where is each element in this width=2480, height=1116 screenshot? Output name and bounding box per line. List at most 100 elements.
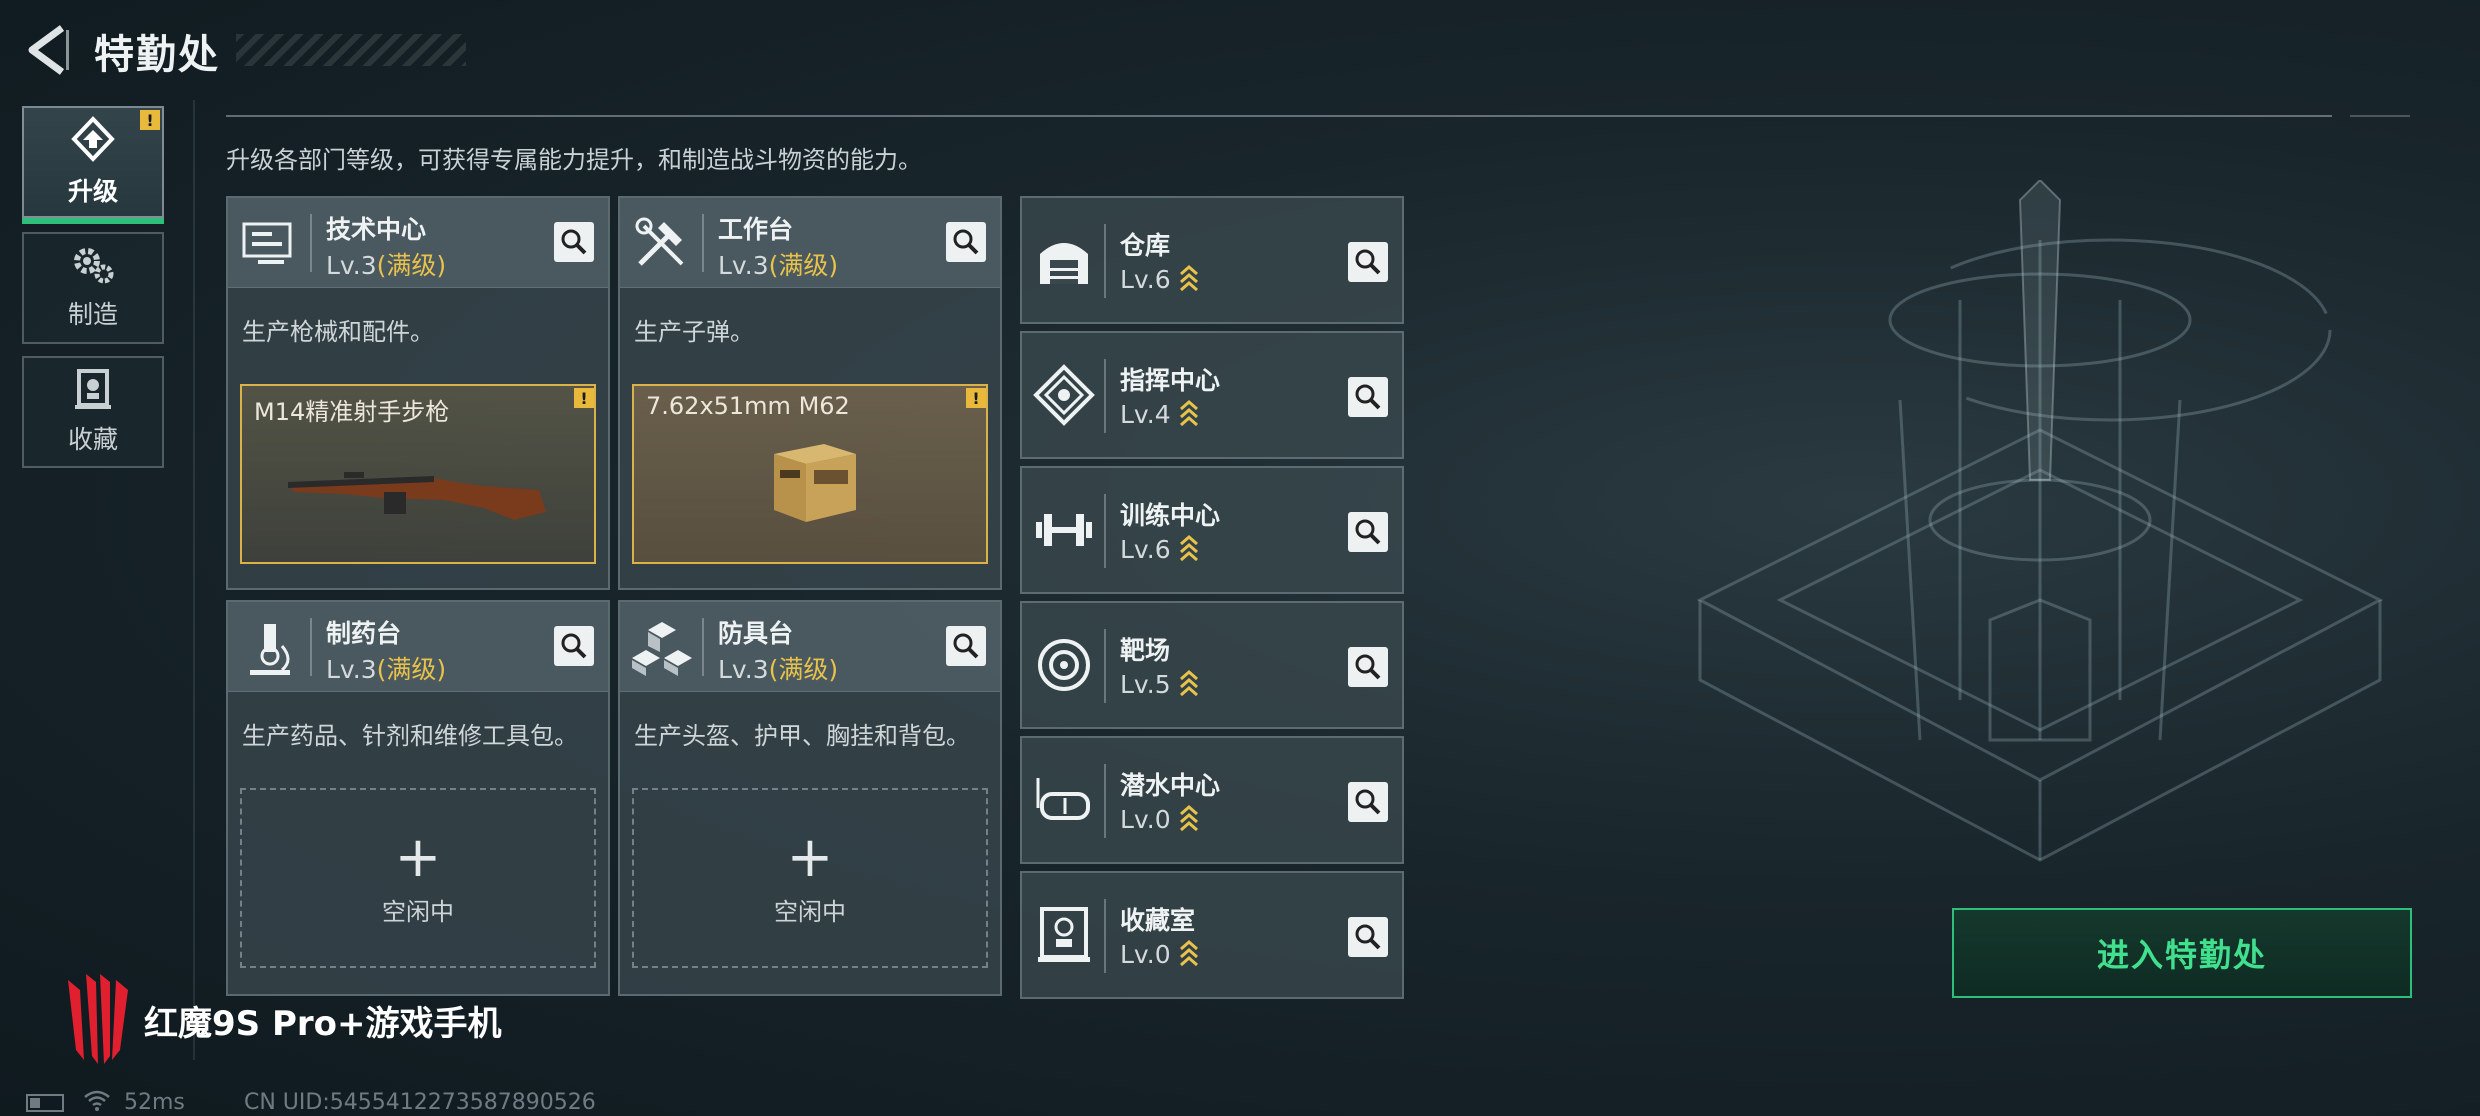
header-separator — [1104, 629, 1106, 703]
dept-card-collection-room[interactable]: 收藏室 Lv.0 — [1020, 871, 1404, 999]
dept-card-workbench[interactable]: 工作台 Lv.3(满级) 生产子弹。 7.62x51mm M62 ! — [618, 196, 1002, 590]
dept-description: 生产头盔、护甲、胸挂和背包。 — [634, 722, 970, 750]
tab-label: 制造 — [67, 300, 118, 329]
dept-card-tech-center[interactable]: 技术中心 Lv.3(满级) 生产枪械和配件。 M14精准射手步枪 ! — [226, 196, 610, 590]
dept-card-diving-center[interactable]: 潜水中心 Lv.0 — [1020, 736, 1404, 864]
tab-collection[interactable]: 收藏 — [22, 356, 164, 468]
search-icon — [953, 633, 979, 659]
search-button[interactable] — [554, 626, 594, 666]
dept-card-shooting-range[interactable]: 靶场 Lv.5 — [1020, 601, 1404, 729]
upgrade-chevron-icon — [1179, 670, 1198, 697]
title-hatch-decoration — [236, 34, 466, 66]
upgrade-icon — [71, 116, 115, 162]
dept-level: Lv.3(满级) — [326, 251, 447, 280]
header-divider-short — [2350, 115, 2410, 117]
armor-blocks-icon — [632, 622, 692, 676]
search-button[interactable] — [1348, 917, 1388, 957]
dept-level: Lv.3(满级) — [718, 251, 839, 280]
search-icon — [1355, 924, 1381, 950]
product-name: M14精准射手步枪 — [254, 398, 450, 426]
dept-level: Lv.0 — [1120, 804, 1199, 834]
ammo-box-image — [774, 444, 856, 522]
dept-name: 仓库 — [1120, 231, 1171, 260]
search-icon — [561, 633, 587, 659]
tools-icon — [635, 217, 684, 266]
dept-level: Lv.5 — [1120, 669, 1199, 699]
upgrade-chevron-icon — [1179, 400, 1198, 427]
search-button[interactable] — [1348, 512, 1388, 552]
dept-level: Lv.6 — [1120, 534, 1199, 564]
card-header: 防具台 Lv.3(满级) — [620, 602, 1000, 692]
command-icon — [1033, 364, 1095, 426]
dept-name: 制药台 — [326, 619, 402, 648]
idle-label: 空闲中 — [382, 897, 454, 926]
search-button[interactable] — [1348, 782, 1388, 822]
upgrade-chevron-icon — [1179, 265, 1198, 292]
header-separator — [702, 214, 704, 272]
trophy-case-icon — [1038, 907, 1090, 962]
dept-level: Lv.3(满级) — [718, 655, 839, 684]
warning-badge: ! — [574, 388, 594, 408]
card-header: 制药台 Lv.3(满级) — [228, 602, 608, 692]
header-separator — [1104, 224, 1106, 298]
production-slot[interactable]: M14精准射手步枪 — [240, 384, 596, 564]
ping-text: 52ms — [124, 1090, 185, 1115]
dept-name: 指挥中心 — [1120, 366, 1221, 395]
header-separator — [310, 618, 312, 676]
warning-badge: ! — [140, 110, 160, 130]
header-divider — [226, 115, 2332, 117]
production-slot[interactable]: 7.62x51mm M62 — [632, 384, 988, 564]
back-arrow-icon[interactable] — [22, 22, 70, 78]
warehouse-icon — [1040, 243, 1088, 284]
dept-card-pharmacy[interactable]: 制药台 Lv.3(满级) 生产药品、针剂和维修工具包。 + 空闲中 — [226, 600, 610, 996]
dept-card-command-center[interactable]: 指挥中心 Lv.4 — [1020, 331, 1404, 459]
plus-icon: + — [786, 824, 834, 890]
dept-name: 潜水中心 — [1120, 771, 1221, 800]
dept-description: 生产药品、针剂和维修工具包。 — [242, 722, 578, 750]
dept-name: 技术中心 — [326, 215, 427, 244]
search-button[interactable] — [946, 626, 986, 666]
facility-wireframe-image — [1696, 180, 2384, 862]
search-icon — [1355, 249, 1381, 275]
search-icon — [953, 229, 979, 255]
dept-level: Lv.6 — [1120, 264, 1199, 294]
search-button[interactable] — [1348, 647, 1388, 687]
header-separator — [1104, 899, 1106, 973]
header-separator — [1104, 494, 1106, 568]
target-icon — [1038, 639, 1090, 691]
header-separator — [1104, 764, 1106, 838]
search-button[interactable] — [554, 222, 594, 262]
dept-name: 训练中心 — [1120, 501, 1221, 530]
search-button[interactable] — [946, 222, 986, 262]
tab-upgrade[interactable]: 升级 ! — [22, 106, 164, 224]
idle-label: 空闲中 — [774, 897, 846, 926]
idle-slot[interactable]: + 空闲中 — [632, 788, 988, 968]
search-icon — [1355, 519, 1381, 545]
battery-icon — [26, 1094, 64, 1112]
tab-craft[interactable]: 制造 — [22, 232, 164, 344]
redmagic-logo — [68, 974, 128, 1064]
idle-slot[interactable]: + 空闲中 — [240, 788, 596, 968]
upgrade-chevron-icon — [1179, 940, 1198, 967]
enter-facility-button[interactable]: 进入特勤处 — [1952, 908, 2412, 998]
dept-description: 生产子弹。 — [634, 318, 754, 346]
dept-card-warehouse[interactable]: 仓库 Lv.6 — [1020, 196, 1404, 324]
product-name: 7.62x51mm M62 — [646, 392, 850, 420]
dept-card-training-center[interactable]: 训练中心 Lv.6 — [1020, 466, 1404, 594]
search-icon — [1355, 384, 1381, 410]
collection-icon — [75, 369, 111, 409]
page-title: 特勤处 — [94, 32, 220, 78]
search-button[interactable] — [1348, 242, 1388, 282]
header-separator — [1104, 359, 1106, 433]
dept-description: 生产枪械和配件。 — [242, 318, 434, 346]
upgrade-chevron-icon — [1179, 805, 1198, 832]
watermark-text: 红魔9S Pro+游戏手机 — [144, 1004, 502, 1044]
card-header: 技术中心 Lv.3(满级) — [228, 198, 608, 288]
dept-card-armor-bench[interactable]: 防具台 Lv.3(满级) 生产头盔、护甲、胸挂和背包。 + 空闲中 — [618, 600, 1002, 996]
wifi-icon — [84, 1090, 110, 1111]
search-icon — [1355, 654, 1381, 680]
search-button[interactable] — [1348, 377, 1388, 417]
dept-level: Lv.4 — [1120, 399, 1199, 429]
sidebar-divider — [193, 100, 195, 1060]
dept-name: 工作台 — [718, 215, 794, 244]
